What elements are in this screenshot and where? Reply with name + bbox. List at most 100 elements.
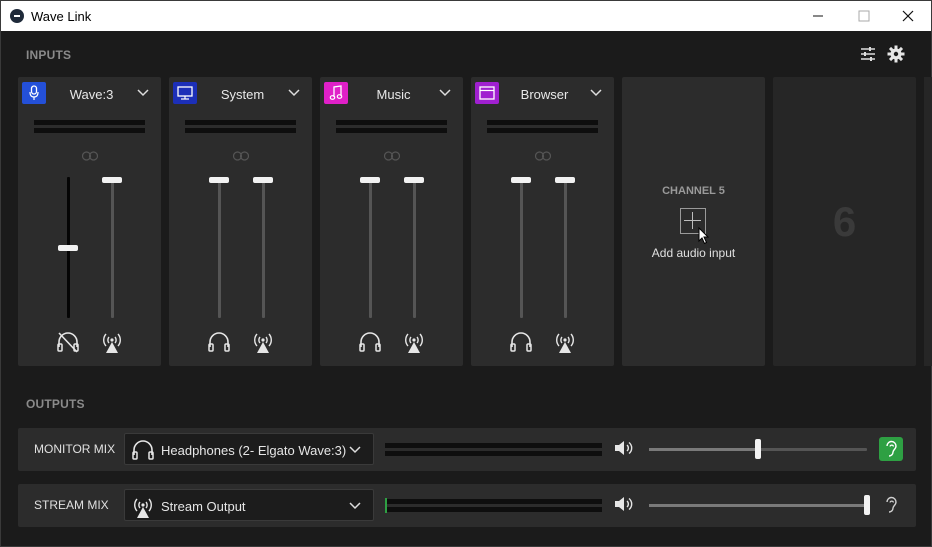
window-title: Wave Link	[31, 9, 92, 24]
speaker-icon[interactable]	[614, 439, 634, 457]
chevron-down-icon[interactable]	[439, 89, 451, 97]
level-meter	[185, 128, 296, 133]
close-button[interactable]	[885, 1, 931, 31]
stream-mute-button[interactable]	[99, 329, 125, 355]
chevron-down-icon[interactable]	[137, 89, 149, 97]
stream-volume-thumb[interactable]	[102, 177, 122, 183]
link-toggle-icon[interactable]	[535, 151, 551, 161]
channel-name: System	[220, 87, 265, 102]
level-meter	[336, 128, 447, 133]
output-device-name: Headphones (2- Elgato Wave:3)	[161, 443, 347, 458]
level-meter	[185, 120, 296, 125]
output-level-meter	[385, 499, 602, 504]
channel-name: Browser	[520, 87, 569, 102]
channel-name: Wave:3	[69, 87, 114, 102]
chevron-down-icon	[349, 502, 361, 510]
link-toggle-icon[interactable]	[233, 151, 249, 161]
chevron-down-icon[interactable]	[288, 89, 300, 97]
slot-number: 6	[832, 198, 857, 245]
monitor-volume-thumb[interactable]	[511, 177, 531, 183]
maximize-button[interactable]	[841, 1, 887, 31]
mixer-settings-button[interactable]	[858, 44, 878, 64]
listen-toggle-button[interactable]	[879, 493, 903, 517]
chevron-down-icon	[349, 446, 361, 454]
output-level-meter	[385, 451, 602, 456]
stream-volume-slider[interactable]	[262, 177, 265, 318]
monitor-volume-thumb[interactable]	[209, 177, 229, 183]
volume-fill	[649, 448, 758, 451]
output-device-name: Stream Output	[161, 499, 246, 514]
listen-toggle-button[interactable]	[879, 437, 903, 461]
output-level-meter	[385, 443, 602, 448]
empty-channel-slot: 6	[773, 77, 916, 366]
input-channel-browser: Browser	[471, 77, 614, 366]
stream-volume-thumb[interactable]	[555, 177, 575, 183]
stream-mix-row: STREAM MIX Stream Output	[18, 484, 916, 527]
inputs-section-label: INPUTS	[26, 48, 72, 62]
input-channel-system: System	[169, 77, 312, 366]
stream-volume-thumb[interactable]	[253, 177, 273, 183]
stream-volume-slider[interactable]	[413, 177, 416, 318]
monitor-mute-button[interactable]	[55, 329, 81, 355]
monitor-mute-button[interactable]	[206, 329, 232, 355]
minimize-button[interactable]	[795, 1, 841, 31]
close-icon	[902, 10, 914, 22]
channel-header[interactable]: Browser	[471, 77, 614, 111]
level-meter	[487, 128, 598, 133]
channel-header[interactable]: System	[169, 77, 312, 111]
add-audio-input-label: Add audio input	[651, 246, 736, 260]
output-device-select[interactable]: Stream Output	[124, 489, 374, 521]
monitor-mix-row: MONITOR MIX Headphones (2- Elgato Wave:3…	[18, 428, 916, 471]
monitor-volume-thumb[interactable]	[58, 245, 78, 251]
link-toggle-icon[interactable]	[82, 151, 98, 161]
channel-header[interactable]: Music	[320, 77, 463, 111]
ear-icon	[886, 496, 897, 513]
wave-link-logo-icon	[10, 9, 24, 23]
output-device-select[interactable]: Headphones (2- Elgato Wave:3)	[124, 433, 374, 465]
headphones-icon	[132, 440, 154, 460]
mouse-cursor-icon	[698, 227, 710, 245]
monitor-volume-slider[interactable]	[218, 177, 221, 318]
headphones-icon	[359, 332, 381, 352]
speaker-icon[interactable]	[614, 495, 634, 513]
input-channel-music: Music	[320, 77, 463, 366]
stream-volume-slider[interactable]	[564, 177, 567, 318]
channel-name: Music	[376, 87, 411, 102]
settings-button[interactable]	[886, 44, 906, 64]
level-meter	[487, 120, 598, 125]
broadcast-icon	[254, 333, 272, 353]
minimize-icon	[813, 15, 823, 17]
channel-header[interactable]: Wave:3	[18, 77, 161, 111]
stream-volume-thumb[interactable]	[404, 177, 424, 183]
stream-mute-button[interactable]	[250, 329, 276, 355]
input-channel-wave3: Wave:3	[18, 77, 161, 366]
chevron-down-icon[interactable]	[590, 89, 602, 97]
monitor-mute-button[interactable]	[357, 329, 383, 355]
volume-fill	[649, 504, 867, 507]
add-audio-input-card[interactable]: CHANNEL 5 Add audio input	[622, 77, 765, 366]
stream-mix-volume-thumb[interactable]	[864, 495, 870, 515]
link-toggle-icon[interactable]	[384, 151, 400, 161]
headphones-icon	[208, 332, 230, 352]
output-level-meter	[385, 507, 602, 512]
broadcast-icon	[556, 333, 574, 353]
level-meter	[336, 120, 447, 125]
signal-peak-indicator	[385, 498, 387, 513]
headphones-icon	[510, 332, 532, 352]
stream-mix-volume-slider[interactable]	[649, 504, 867, 507]
level-meter	[34, 128, 145, 133]
monitor-volume-slider[interactable]	[369, 177, 372, 318]
title-bar: Wave Link	[1, 1, 931, 31]
maximize-icon	[858, 10, 870, 22]
monitor-mix-volume-thumb[interactable]	[755, 439, 761, 459]
monitor-volume-thumb[interactable]	[360, 177, 380, 183]
stream-mute-button[interactable]	[401, 329, 427, 355]
stream-mute-button[interactable]	[552, 329, 578, 355]
stream-volume-slider[interactable]	[111, 177, 114, 318]
monitor-volume-slider[interactable]	[520, 177, 523, 318]
monitor-mute-button[interactable]	[508, 329, 534, 355]
channel-5-label: CHANNEL 5	[662, 185, 725, 197]
monitor-icon	[173, 82, 197, 104]
level-meter	[34, 120, 145, 125]
empty-channel-slot	[924, 77, 932, 366]
